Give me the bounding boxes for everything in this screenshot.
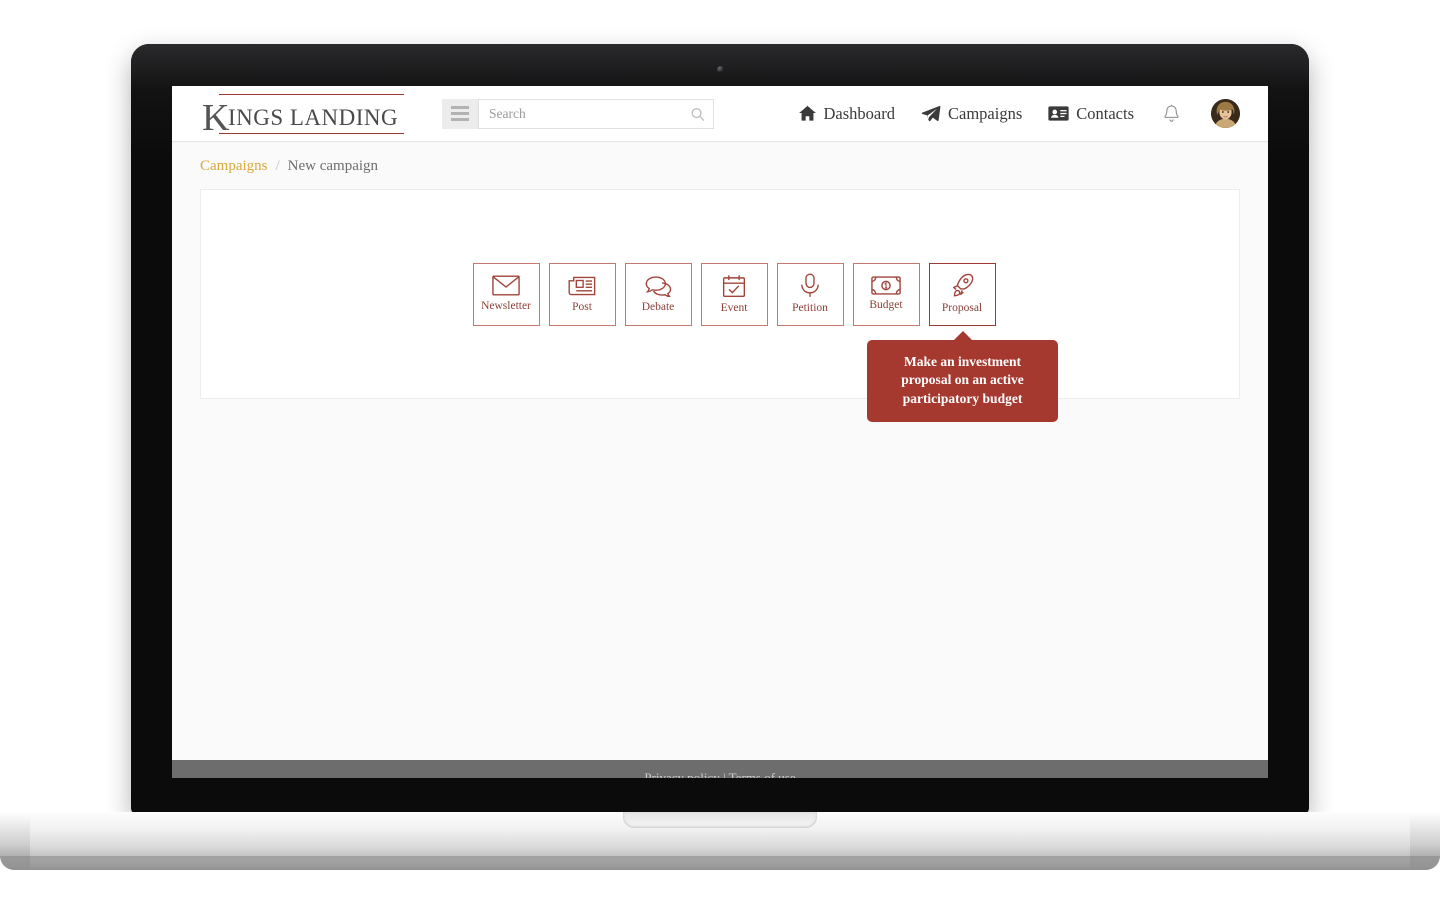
campaign-type-newsletter[interactable]: Newsletter (472, 262, 540, 326)
nav-item-contacts[interactable]: Contacts (1048, 104, 1134, 124)
hamburger-bar (451, 106, 469, 109)
campaign-type-label: Event (720, 301, 748, 314)
nav-label-contacts: Contacts (1076, 103, 1134, 123)
header-nav: Dashboard Campaigns Contacts (798, 99, 1240, 128)
campaign-type-label: Proposal (941, 302, 983, 315)
logo-wordmark: INGS LANDING (227, 104, 399, 130)
app-footer: Privacy policy | Terms of use (172, 760, 1268, 778)
campaign-type-proposal[interactable]: Proposal Make an investment proposal on … (867, 262, 1058, 423)
nav-item-campaigns[interactable]: Campaigns (921, 104, 1022, 124)
new-campaign-card: Newsletter Post Debate Event Petition Bu… (200, 189, 1240, 423)
breadcrumb: Campaigns / New campaign (172, 142, 1268, 189)
search-box[interactable] (478, 98, 714, 129)
breadcrumb-current: New campaign (287, 158, 379, 174)
campaign-type-label: Debate (641, 300, 675, 313)
home-icon (798, 105, 816, 121)
hamburger-bar (451, 118, 469, 121)
laptop-base (0, 812, 1440, 870)
nav-item-dashboard[interactable]: Dashboard (798, 104, 895, 124)
campaign-type-label: Newsletter (481, 300, 531, 313)
nav-label-dashboard: Dashboard (823, 103, 895, 123)
campaign-type-petition[interactable]: Petition (776, 262, 844, 326)
hamburger-bar (451, 112, 469, 115)
avatar[interactable] (1211, 99, 1240, 128)
laptop-screen: KINGS LANDING Search Dashboard Campaigns… (172, 86, 1268, 778)
paper-plane-icon (921, 105, 941, 121)
rocket-icon (952, 274, 973, 297)
laptop-base-edge-left (0, 812, 30, 870)
user-avatar-image (1211, 99, 1240, 128)
search-icon (691, 107, 705, 121)
hamburger-icon[interactable] (442, 98, 478, 129)
laptop-base-edge-right (1410, 812, 1440, 870)
app-header: KINGS LANDING Search Dashboard Campaigns… (172, 86, 1268, 142)
comments-icon (645, 276, 671, 297)
logo-text: KINGS LANDING (200, 95, 406, 137)
campaign-type-debate[interactable]: Debate (624, 262, 692, 326)
logo-rule-bottom (219, 132, 404, 134)
breadcrumb-campaigns[interactable]: Campaigns (200, 158, 268, 175)
laptop-base-notch (623, 812, 817, 828)
campaign-type-label: Petition (792, 302, 828, 315)
calendar-check-icon (722, 275, 746, 297)
laptop-lid: KINGS LANDING Search Dashboard Campaigns… (131, 44, 1309, 814)
id-card-icon (1048, 106, 1069, 121)
logo-initial: K (202, 96, 230, 139)
envelope-icon (492, 275, 520, 296)
campaign-type-list: Newsletter Post Debate Event Petition Bu… (472, 262, 1058, 423)
tooltip-text: Make an investment proposal on an active… (901, 353, 1024, 406)
header-search-group (442, 98, 714, 129)
tooltip-proposal: Make an investment proposal on an active… (867, 330, 1058, 423)
campaign-type-event[interactable]: Event (700, 262, 768, 326)
campaign-type-label: Post (572, 300, 592, 313)
campaign-type-budget[interactable]: Budget (852, 262, 920, 326)
screenshot-stage: KINGS LANDING Search Dashboard Campaigns… (0, 0, 1440, 900)
brand-logo[interactable]: KINGS LANDING (200, 93, 406, 137)
bell-icon (1164, 104, 1179, 122)
notifications-button[interactable] (1162, 104, 1181, 124)
money-bill-icon (871, 276, 901, 295)
newspaper-icon (568, 276, 596, 296)
search-input[interactable] (479, 99, 713, 128)
webcam-icon (716, 66, 724, 73)
microphone-icon (801, 273, 819, 298)
footer-text: Privacy policy | Terms of use (644, 770, 796, 778)
nav-label-campaigns: Campaigns (948, 103, 1023, 123)
campaign-type-post[interactable]: Post (548, 262, 616, 326)
campaign-type-label: Budget (869, 299, 903, 312)
breadcrumb-separator: / (275, 158, 280, 174)
